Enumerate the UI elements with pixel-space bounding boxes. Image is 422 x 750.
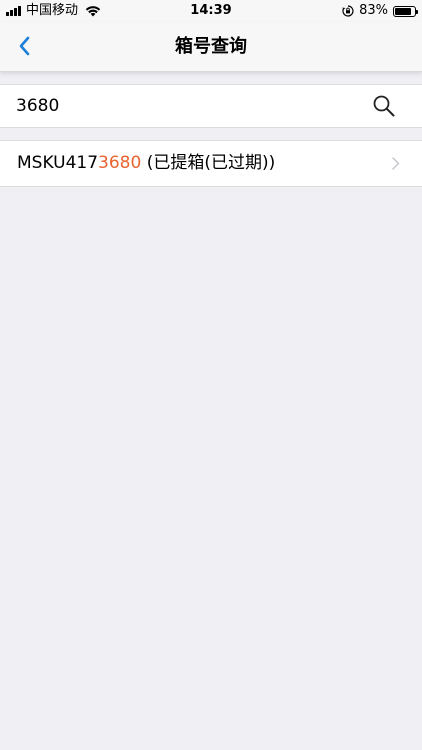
orientation-lock-icon [342,5,354,17]
status-bar: 中国移动 14:39 83% [0,0,422,22]
battery-cap [416,9,418,14]
nav-bar: 箱号查询 [0,22,422,72]
search-icon[interactable] [372,94,396,118]
result-match: 3680 [98,153,142,173]
result-prefix: MSKU417 [17,153,99,173]
battery-fill [395,7,411,15]
status-right: 83% [342,3,418,19]
battery-percent: 83% [359,3,388,18]
page-title: 箱号查询 [175,36,247,57]
result-status: (已提箱(已过期)) [141,153,276,173]
list-item[interactable]: MSKU4173680 (已提箱(已过期)) [0,140,422,187]
battery-icon [393,5,418,17]
result-label: MSKU4173680 (已提箱(已过期)) [17,141,275,186]
chevron-right-icon [392,157,400,170]
search-bar [0,84,422,128]
search-input[interactable] [16,85,346,127]
